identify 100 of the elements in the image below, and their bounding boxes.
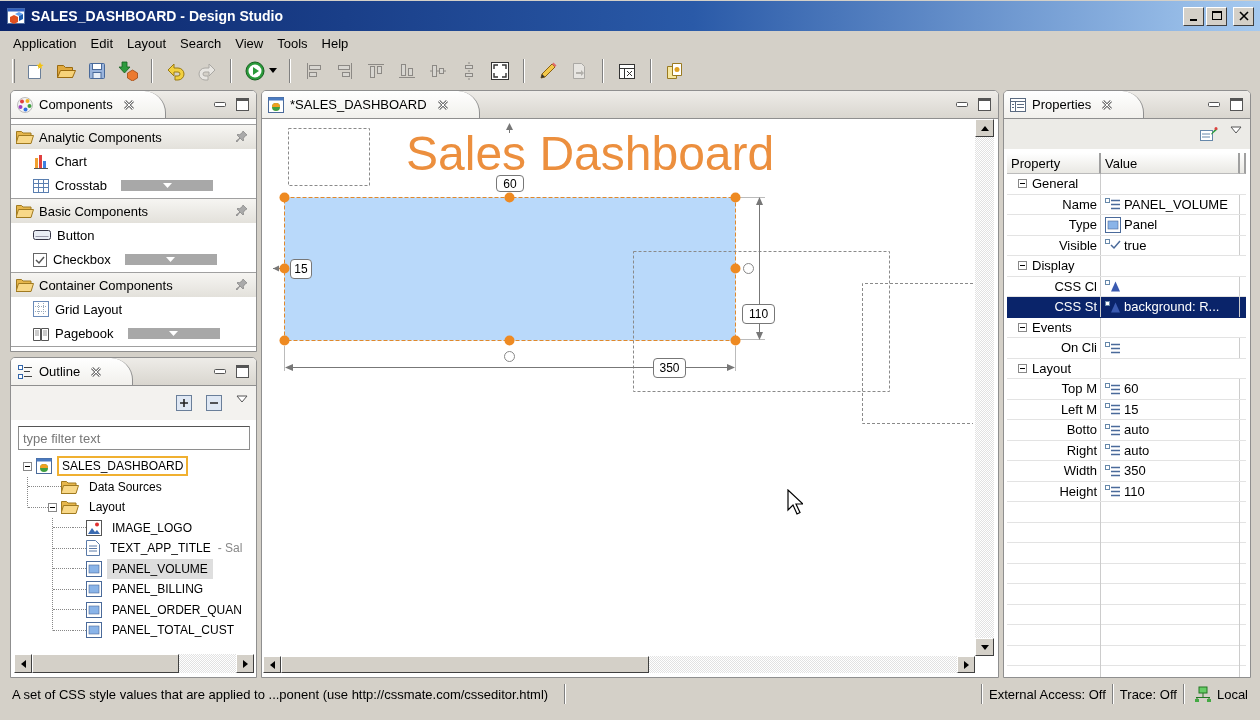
palette-item[interactable]: Pagebook: [29, 323, 118, 344]
minimize-button[interactable]: [1183, 6, 1204, 26]
view-tab[interactable]: Components: [11, 91, 166, 118]
property-row[interactable]: Name PANEL_VOLUME: [1007, 194, 1246, 215]
scroll-left-button[interactable]: [14, 654, 32, 673]
menu-item[interactable]: Edit: [83, 33, 120, 53]
view-tab[interactable]: *SALES_DASHBOARD: [262, 91, 480, 118]
overflow-button[interactable]: [124, 254, 217, 266]
tree-item[interactable]: Data Sources: [84, 476, 167, 497]
scrollbar-thumb[interactable]: [281, 656, 649, 673]
dropdown-icon[interactable]: [1230, 126, 1242, 134]
arrow-box-icon[interactable]: [117, 61, 138, 81]
pin-icon[interactable]: [236, 130, 248, 144]
property-row[interactable]: Top M 60: [1007, 379, 1246, 400]
save-icon[interactable]: [86, 61, 107, 81]
collapse-icon[interactable]: [1018, 261, 1027, 271]
close-button[interactable]: [1233, 6, 1254, 26]
scroll-right-button[interactable]: [957, 656, 975, 673]
resize-handle[interactable]: [279, 192, 290, 203]
menu-item[interactable]: View: [228, 33, 271, 53]
filter-field[interactable]: type filter text: [18, 426, 250, 450]
tree-item[interactable]: PANEL_ORDER_QUAN: [107, 599, 247, 620]
resize-handle[interactable]: [730, 192, 741, 203]
resize-handle[interactable]: [504, 192, 515, 203]
pin-icon[interactable]: [1200, 126, 1218, 142]
property-row[interactable]: On Cli: [1007, 338, 1246, 359]
scroll-right-button[interactable]: [236, 654, 254, 673]
pin-icon[interactable]: [236, 204, 248, 218]
collapse-all-icon[interactable]: [206, 395, 222, 411]
resize-handle[interactable]: [279, 263, 290, 274]
property-row[interactable]: Width 350: [1007, 461, 1246, 482]
close-icon[interactable]: [122, 98, 135, 111]
tree-item[interactable]: PANEL_TOTAL_CUST: [107, 620, 240, 641]
tree-item[interactable]: TEXT_APP_TITLE: [105, 538, 216, 559]
collapse-icon[interactable]: [1018, 322, 1027, 332]
overflow-button[interactable]: [127, 328, 220, 340]
tree-item[interactable]: IMAGE_LOGO: [107, 517, 198, 538]
collapse-icon[interactable]: [23, 461, 32, 471]
drawer-header[interactable]: Basic Components: [11, 199, 256, 223]
property-row[interactable]: Botto auto: [1007, 420, 1246, 441]
collapse-icon[interactable]: [1018, 179, 1027, 189]
palette-item[interactable]: Checkbox: [29, 250, 115, 270]
resize-handle[interactable]: [279, 335, 290, 346]
property-row[interactable]: Height 110: [1007, 481, 1246, 502]
collapse-icon[interactable]: [48, 502, 57, 512]
horizontal-scrollbar[interactable]: [263, 656, 975, 673]
property-row[interactable]: Visible true: [1007, 235, 1246, 256]
property-row[interactable]: Left M 15: [1007, 399, 1246, 420]
close-icon[interactable]: [90, 365, 103, 378]
resize-handle[interactable]: [730, 263, 741, 274]
menu-item[interactable]: Layout: [120, 33, 174, 53]
undo-icon[interactable]: [165, 61, 186, 81]
maximize-icon[interactable]: [1230, 98, 1243, 111]
maximize-icon[interactable]: [978, 98, 991, 111]
maximize-icon[interactable]: [236, 365, 249, 378]
scrollbar-thumb[interactable]: [32, 654, 179, 673]
documents-icon[interactable]: [664, 61, 685, 81]
property-row[interactable]: Type Panel: [1007, 215, 1246, 236]
window-layout-icon[interactable]: [616, 61, 637, 81]
menu-item[interactable]: Help: [314, 33, 356, 53]
resize-handle[interactable]: [504, 335, 515, 346]
palette-item[interactable]: Crosstab: [29, 176, 112, 196]
scroll-up-button[interactable]: [975, 119, 994, 137]
menu-item[interactable]: Tools: [270, 33, 315, 53]
horizontal-scrollbar[interactable]: [14, 654, 254, 673]
property-row[interactable]: CSS St background: R...: [1007, 297, 1246, 318]
anchor-handle[interactable]: [504, 351, 515, 362]
scroll-left-button[interactable]: [263, 656, 281, 673]
maximize-icon[interactable]: [236, 98, 249, 111]
palette-item[interactable]: Grid Layout: [29, 299, 127, 320]
scroll-down-button[interactable]: [975, 638, 994, 656]
view-tab[interactable]: Properties: [1004, 91, 1145, 118]
resize-handle[interactable]: [730, 335, 741, 346]
menu-item[interactable]: Application: [6, 33, 84, 53]
close-icon[interactable]: [1101, 98, 1114, 111]
pin-icon[interactable]: [236, 278, 248, 292]
tree-item[interactable]: PANEL_BILLING: [107, 579, 209, 600]
property-row[interactable]: Right auto: [1007, 440, 1246, 461]
drawer-header[interactable]: Container Components: [11, 273, 256, 297]
maximize-button[interactable]: [1206, 6, 1227, 26]
play-icon[interactable]: [244, 61, 265, 81]
view-tab[interactable]: Outline: [11, 358, 134, 385]
vertical-scrollbar[interactable]: [975, 119, 994, 656]
tree-item[interactable]: SALES_DASHBOARD: [57, 456, 189, 477]
collapse-icon[interactable]: [1018, 363, 1027, 373]
fullscreen-icon[interactable]: [489, 61, 510, 81]
anchor-handle[interactable]: [743, 263, 754, 274]
column-header[interactable]: Value: [1101, 153, 1240, 174]
palette-item[interactable]: Chart: [29, 151, 91, 172]
drawer-header[interactable]: Analytic Components: [11, 125, 256, 149]
dropdown-icon[interactable]: [236, 395, 248, 403]
close-icon[interactable]: [436, 98, 449, 111]
palette-item[interactable]: Button: [29, 225, 99, 245]
pencil-icon[interactable]: [537, 61, 558, 81]
tree-item[interactable]: PANEL_VOLUME: [107, 558, 213, 579]
expand-all-icon[interactable]: [176, 395, 192, 411]
tree-item[interactable]: Layout: [84, 497, 131, 518]
overflow-button[interactable]: [121, 180, 214, 192]
caret-icon[interactable]: [269, 68, 277, 74]
menu-item[interactable]: Search: [173, 33, 229, 53]
